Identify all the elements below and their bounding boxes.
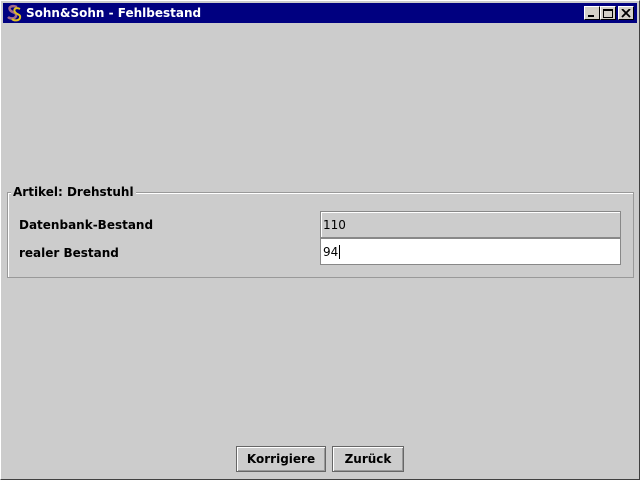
database-stock-label: Datenbank-Bestand — [19, 218, 154, 232]
back-button[interactable]: Zurück — [332, 446, 404, 472]
database-stock-value: 110 — [323, 218, 346, 232]
minimize-icon — [588, 15, 594, 17]
text-caret — [339, 245, 341, 259]
correct-button[interactable]: Korrigiere — [236, 446, 326, 472]
database-stock-field: 110 — [320, 211, 621, 238]
sohn-sohn-logo-icon[interactable] — [5, 4, 23, 22]
close-button[interactable] — [618, 6, 634, 20]
article-panel-title: Artikel: Drehstuhl — [11, 185, 136, 199]
minimize-button[interactable] — [584, 6, 600, 20]
real-stock-value: 94 — [323, 245, 339, 259]
maximize-icon — [603, 9, 613, 18]
window-controls — [584, 6, 634, 20]
close-icon — [621, 9, 631, 18]
real-stock-label: realer Bestand — [19, 246, 119, 260]
app-window: Sohn&Sohn - Fehlbestand Artikel: Drehstu… — [0, 0, 640, 480]
maximize-button[interactable] — [600, 6, 616, 20]
title-bar[interactable]: Sohn&Sohn - Fehlbestand — [3, 3, 637, 23]
window-title: Sohn&Sohn - Fehlbestand — [26, 6, 202, 20]
real-stock-input[interactable]: 94 — [320, 238, 621, 265]
